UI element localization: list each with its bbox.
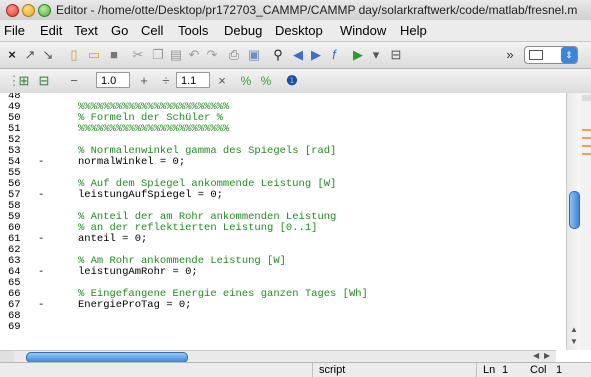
comment-icon[interactable]: % bbox=[238, 73, 254, 89]
forward-icon[interactable]: ▶ bbox=[308, 47, 324, 63]
menu-edit[interactable]: Edit bbox=[40, 23, 62, 38]
vertical-scrollbar[interactable]: ▲ ▼ bbox=[566, 93, 581, 350]
code-text: normalWinkel = 0; bbox=[78, 156, 186, 168]
code-text: EnergieProTag = 0; bbox=[78, 299, 192, 311]
scroll-down-icon[interactable]: ▼ bbox=[570, 337, 578, 346]
warning-marker[interactable] bbox=[582, 145, 591, 147]
times-button[interactable]: × bbox=[214, 73, 230, 89]
vertical-scroll-thumb[interactable] bbox=[569, 191, 580, 229]
save-icon[interactable]: ■ bbox=[106, 47, 122, 63]
warning-marker[interactable] bbox=[582, 153, 591, 155]
status-indicator bbox=[582, 95, 591, 101]
run-icon[interactable]: ▶ bbox=[350, 47, 366, 63]
line-value: 1 bbox=[502, 364, 509, 376]
divide-button[interactable]: ÷ bbox=[158, 73, 174, 89]
overflow-icon[interactable]: » bbox=[502, 47, 518, 63]
copy-icon[interactable]: ❐ bbox=[150, 47, 166, 63]
decrement-value-field[interactable]: 1.0 bbox=[96, 72, 130, 88]
line-label: Ln bbox=[476, 363, 501, 377]
code-text: %%%%%%%%%%%%%%%%%%%%%%%% bbox=[78, 123, 230, 135]
undo-icon[interactable]: ↶ bbox=[186, 47, 202, 63]
menu-go[interactable]: Go bbox=[111, 23, 128, 38]
menu-help[interactable]: Help bbox=[400, 23, 427, 38]
line-number: 69 bbox=[8, 321, 21, 333]
move-icon[interactable]: ↗ bbox=[22, 47, 38, 63]
paste-icon[interactable]: ▤ bbox=[168, 47, 184, 63]
code-editor[interactable]: 48 49%%%%%%%%%%%%%%%%%%%%%%%% 50% Formel… bbox=[0, 93, 566, 350]
code-line: 69 bbox=[0, 322, 566, 333]
zoom-icon[interactable] bbox=[38, 4, 51, 17]
exec-marker: - bbox=[38, 189, 45, 201]
menu-tools[interactable]: Tools bbox=[178, 23, 208, 38]
minus-button[interactable]: − bbox=[66, 73, 82, 89]
code-line: 54- normalWinkel = 0; bbox=[0, 157, 566, 168]
code-line: 64- leistungAmRohr = 0; bbox=[0, 267, 566, 278]
menu-debug[interactable]: Debug bbox=[224, 23, 262, 38]
exec-marker: - bbox=[38, 233, 45, 245]
code-line: 57- leistungAufSpiegel = 0; bbox=[0, 190, 566, 201]
warning-marker[interactable] bbox=[582, 137, 591, 139]
exec-marker: - bbox=[38, 266, 45, 278]
menu-text[interactable]: Text bbox=[74, 23, 98, 38]
cell-toolbar: ⋮ ⊞ ⊟ − 1.0 + ÷ 1.1 × % % ❶ bbox=[0, 69, 591, 94]
insert-icon[interactable]: ▣ bbox=[246, 47, 262, 63]
menu-bar: File Edit Text Go Cell Tools Debug Deskt… bbox=[0, 20, 591, 42]
info-icon[interactable]: ❶ bbox=[284, 73, 300, 89]
code-text: anteil = 0; bbox=[78, 233, 148, 245]
warning-marker[interactable] bbox=[582, 129, 591, 131]
title-bar: Editor - /home/otte/Desktop/pr172703_CAM… bbox=[0, 0, 591, 21]
code-line: 61- anteil = 0; bbox=[0, 234, 566, 245]
function-icon[interactable]: f bbox=[326, 47, 342, 63]
back-icon[interactable]: ◀ bbox=[290, 47, 306, 63]
print-icon[interactable]: ⎙ bbox=[226, 47, 242, 63]
stack-selector[interactable]: ⇕ bbox=[524, 46, 578, 64]
stack-box-icon bbox=[529, 50, 543, 60]
code-line: 68 bbox=[0, 311, 566, 322]
column-label: Col bbox=[530, 364, 547, 376]
breakpoint-icon[interactable]: ⊟ bbox=[388, 47, 404, 63]
uncomment-icon[interactable]: % bbox=[258, 73, 274, 89]
message-bar bbox=[580, 93, 591, 350]
column-value: 1 bbox=[556, 364, 563, 376]
multiply-value-field[interactable]: 1.1 bbox=[176, 72, 210, 88]
new-file-icon[interactable]: ▯ bbox=[66, 47, 82, 63]
window-title: Editor - /home/otte/Desktop/pr172703_CAM… bbox=[56, 3, 578, 17]
code-line: 67- EnergieProTag = 0; bbox=[0, 300, 566, 311]
status-bar: script Ln 1 Col 1 bbox=[0, 362, 591, 377]
pin-icon[interactable]: ↘ bbox=[40, 47, 56, 63]
open-folder-icon[interactable]: ▭ bbox=[86, 47, 102, 63]
redo-icon[interactable]: ↷ bbox=[204, 47, 220, 63]
code-line: 51%%%%%%%%%%%%%%%%%%%%%%%% bbox=[0, 124, 566, 135]
run-menu-icon[interactable]: ▾ bbox=[368, 47, 384, 63]
menu-desktop[interactable]: Desktop bbox=[275, 23, 323, 38]
cell-divider-icon[interactable]: ⊟ bbox=[36, 73, 52, 89]
menu-window[interactable]: Window bbox=[340, 23, 386, 38]
file-type-label: script bbox=[312, 363, 469, 377]
minimize-icon[interactable] bbox=[22, 4, 35, 17]
close-icon[interactable] bbox=[6, 4, 19, 17]
main-toolbar: × ↗ ↘ ▯ ▭ ■ ✂ ❐ ▤ ↶ ↷ ⎙ ▣ ⚲ ◀ ▶ f ▶ ▾ ⊟ … bbox=[0, 42, 591, 69]
menu-file[interactable]: File bbox=[4, 23, 25, 38]
code-text: leistungAufSpiegel = 0; bbox=[78, 189, 223, 201]
find-icon[interactable]: ⚲ bbox=[270, 47, 286, 63]
code-text: leistungAmRohr = 0; bbox=[78, 266, 198, 278]
plus-button[interactable]: + bbox=[136, 73, 152, 89]
exec-marker: - bbox=[38, 156, 45, 168]
insert-cell-icon[interactable]: ⊞ bbox=[16, 73, 32, 89]
chevron-updown-icon: ⇕ bbox=[561, 47, 577, 63]
scroll-up-icon[interactable]: ▲ bbox=[570, 325, 578, 334]
editor-window: Editor - /home/otte/Desktop/pr172703_CAM… bbox=[0, 0, 591, 377]
close-tab-icon[interactable]: × bbox=[4, 47, 20, 63]
exec-marker: - bbox=[38, 299, 45, 311]
cut-icon[interactable]: ✂ bbox=[130, 47, 146, 63]
scroll-right-icon[interactable]: ▶ bbox=[544, 351, 550, 360]
scroll-left-icon[interactable]: ◀ bbox=[533, 351, 539, 360]
menu-cell[interactable]: Cell bbox=[141, 23, 163, 38]
